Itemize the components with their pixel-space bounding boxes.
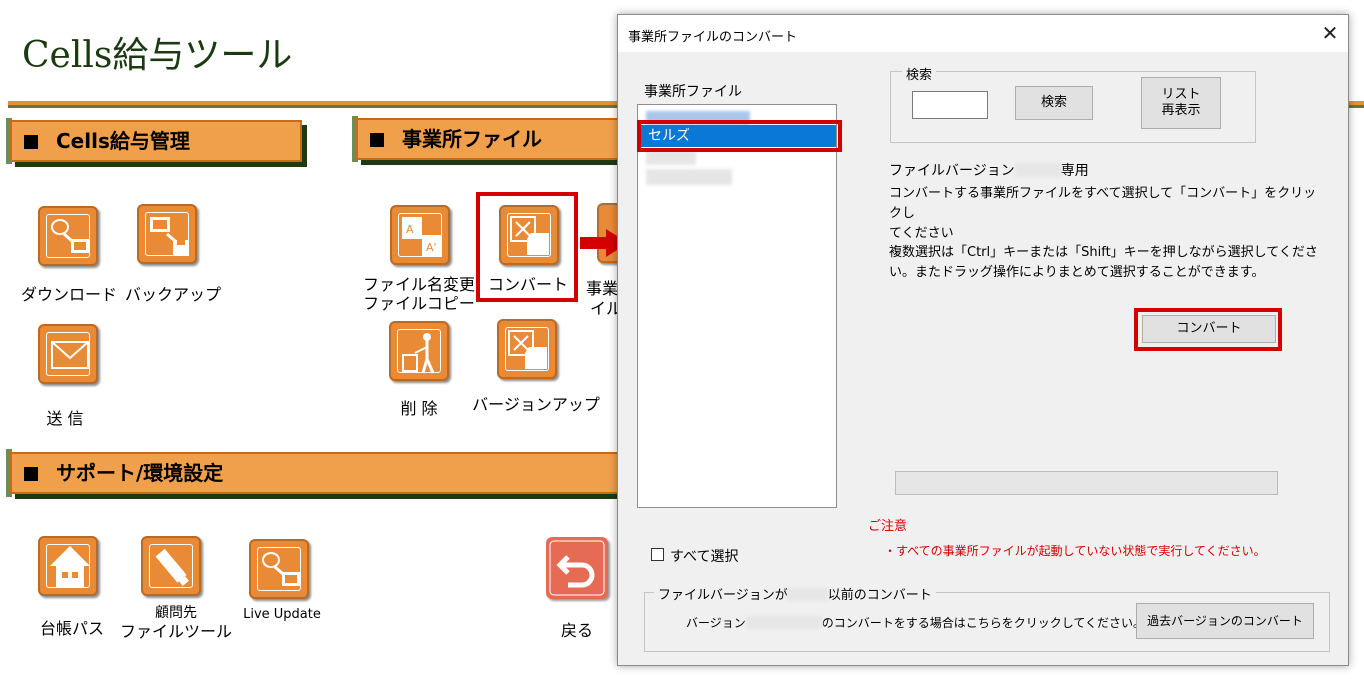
redacted-item: [646, 169, 732, 185]
refresh-label-line1: リスト: [1161, 87, 1201, 102]
progress-bar: [895, 471, 1278, 495]
advisor-file-tool-tile[interactable]: [141, 536, 201, 596]
version-suffix: 専用: [1060, 163, 1089, 179]
close-icon[interactable]: ✕: [1318, 21, 1342, 45]
live-update-tile[interactable]: [249, 539, 309, 599]
dialog-title: 事業所ファイルのコンバート: [628, 30, 798, 45]
old-version-convert-button[interactable]: 過去バージョンのコンバート: [1136, 603, 1314, 639]
convert-button-highlight-box: [1134, 308, 1282, 351]
return-arrow-icon: [549, 540, 605, 596]
search-input[interactable]: [912, 91, 988, 119]
advisor-label-line2: ファイルツール: [119, 622, 232, 641]
live-update-label: Live Update: [243, 607, 321, 622]
instruction-1-line1: コンバートする事業所ファイルをすべて選択して「コンバート」をクリックし: [889, 186, 1317, 221]
caution-title: ご注意: [868, 519, 908, 534]
search-legend: 検索: [902, 64, 937, 83]
version-prefix: ファイルバージョン: [889, 163, 1015, 179]
usb-drive-icon: [155, 548, 189, 586]
redacted-item: [646, 151, 696, 165]
instruction-2-line2: い。またドラッグ操作によりまとめて選択することができます。: [889, 265, 1265, 280]
search-button[interactable]: 検索: [1015, 86, 1093, 120]
caution-text: ・すべての事業所ファイルが起動していない状態で実行してください。: [884, 544, 1266, 558]
live-update-icon: [262, 552, 300, 586]
advisor-label-line1: 顧問先: [155, 605, 197, 621]
back-tile[interactable]: [546, 537, 608, 599]
ledger-path-tile[interactable]: [38, 536, 98, 596]
old-version-desc-suffix: のコンバートをする場合はこちらをクリックしてください。⇒: [821, 616, 1156, 630]
version-label: ファイルバージョン 専用: [889, 160, 1089, 180]
old-version-legend-prefix: ファイルバージョンが: [658, 588, 788, 603]
house-icon: [50, 546, 90, 588]
old-version-description: バージョン のコンバートをする場合はこちらをクリックしてください。⇒: [686, 614, 1155, 631]
instruction-2-line1: 複数選択は「Ctrl」キーまたは「Shift」キーを押しながら選択してくださ: [889, 245, 1318, 260]
select-all-label[interactable]: すべて選択: [670, 546, 738, 566]
old-version-legend-suffix: 以前のコンバート: [827, 588, 932, 603]
instruction-2: 複数選択は「Ctrl」キーまたは「Shift」キーを押しながら選択してくださ い…: [889, 243, 1329, 283]
convert-dialog: 事業所ファイルのコンバート ✕ 事業所ファイル セルズ 検索 検索 リスト 再表…: [617, 14, 1349, 666]
select-all-checkbox[interactable]: [651, 548, 664, 561]
office-file-listbox[interactable]: セルズ: [637, 104, 837, 508]
back-label: 戻る: [560, 621, 593, 640]
instruction-1-line2: てください: [889, 226, 954, 241]
refresh-list-button[interactable]: リスト 再表示: [1141, 77, 1221, 129]
selected-file-highlight-box: [637, 120, 842, 152]
old-version-desc-prefix: バージョン: [686, 616, 746, 630]
instruction-1: コンバートする事業所ファイルをすべて選択して「コンバート」をクリックし てくださ…: [889, 184, 1329, 244]
ledger-path-label: 台帳パス: [39, 619, 104, 638]
redacted-version: [745, 616, 822, 629]
refresh-label-line2: 再表示: [1161, 103, 1201, 118]
redacted-version: [787, 588, 828, 601]
old-version-legend: ファイルバージョンが 以前のコンバート: [654, 584, 936, 603]
redacted-version: [1014, 163, 1061, 177]
list-label: 事業所ファイル: [644, 84, 742, 100]
